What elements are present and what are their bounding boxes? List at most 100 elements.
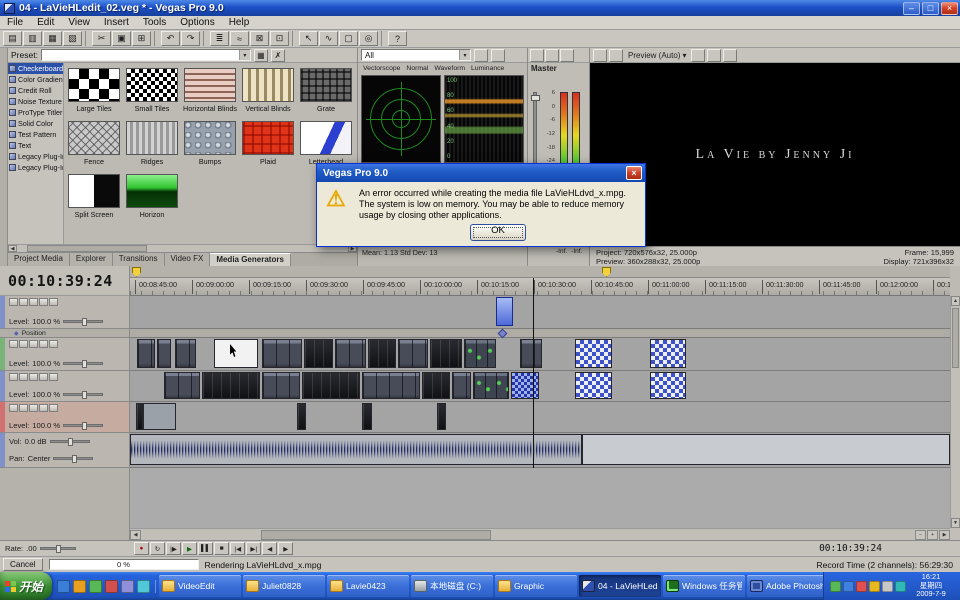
time-display[interactable]: 00:10:39:24	[0, 266, 129, 296]
audio-event[interactable]	[130, 434, 582, 465]
track-motion-button[interactable]	[19, 404, 28, 412]
stop-button[interactable]: ■	[214, 542, 229, 555]
whats-this-button[interactable]: ?	[388, 31, 407, 46]
zoom-edit-tool-button[interactable]: ◎	[359, 31, 378, 46]
scroll-left-icon[interactable]: ◀	[8, 245, 17, 252]
preview-quality-dropdown[interactable]: Preview (Auto) ▾	[625, 51, 689, 60]
quick-launch-icon-5[interactable]	[121, 580, 134, 593]
delete-preset-button[interactable]: ✗	[271, 49, 285, 62]
track-header-3[interactable]: Level: 100.0 %	[0, 371, 129, 402]
audio-track-header[interactable]: Vol: 0.0 dB Pan: Center	[0, 433, 129, 468]
tray-icon-2[interactable]	[843, 581, 854, 592]
track-motion-button[interactable]	[19, 298, 28, 306]
generators-hscrollbar[interactable]: ◀ ▶	[8, 244, 357, 252]
preset-item[interactable]: Grate	[298, 68, 354, 113]
preset-item[interactable]: Small Tiles	[124, 68, 180, 113]
menu-item[interactable]: Tools	[136, 17, 173, 28]
taskbar-task-button[interactable]: Juliet0828	[243, 575, 325, 597]
track-fx-button[interactable]	[29, 373, 38, 381]
generator-list-item[interactable]: Legacy Plug-In	[8, 151, 63, 162]
timeline-marker[interactable]	[132, 267, 141, 277]
timeline-event[interactable]	[511, 372, 539, 399]
scope-settings-button[interactable]	[491, 49, 505, 62]
lock-envelopes-button[interactable]: ⊠	[250, 31, 269, 46]
timeline-event[interactable]	[175, 339, 196, 368]
timeline-event[interactable]	[496, 297, 513, 326]
audio-event[interactable]	[582, 434, 950, 465]
preset-item[interactable]: Horizontal Blinds	[182, 68, 238, 113]
dock-tab[interactable]: Project Media	[8, 253, 70, 266]
master-properties-button[interactable]	[560, 49, 574, 62]
track-solo-button[interactable]	[49, 340, 58, 348]
timeline-event[interactable]	[464, 339, 496, 368]
save-button[interactable]: ▦	[43, 31, 62, 46]
video-track-lane-1[interactable]	[130, 296, 950, 329]
ignore-grouping-button[interactable]: ⊡	[270, 31, 289, 46]
track-automation-button[interactable]	[9, 373, 18, 381]
generator-list-item[interactable]: Solid Color	[8, 118, 63, 129]
dim-output-button[interactable]	[545, 49, 559, 62]
menu-item[interactable]: Options	[173, 17, 221, 28]
preview-settings-button[interactable]	[723, 49, 737, 62]
track-fx-button[interactable]	[29, 340, 38, 348]
tray-icon-6[interactable]	[895, 581, 906, 592]
track-fx-button[interactable]	[29, 298, 38, 306]
open-button[interactable]: ▥	[23, 31, 42, 46]
prev-frame-button[interactable]: ◀	[262, 542, 277, 555]
taskbar-task-button[interactable]: Graphic	[495, 575, 577, 597]
track-header-1[interactable]: Level: 100.0 %	[0, 296, 129, 329]
playhead[interactable]	[533, 278, 534, 468]
track-header-2[interactable]: Level: 100.0 %	[0, 338, 129, 371]
timeline-event[interactable]	[650, 372, 686, 399]
timeline-hscrollbar[interactable]: ◀ − + ▶	[130, 528, 950, 540]
position-envelope-lane[interactable]	[130, 329, 950, 338]
scroll-left-icon[interactable]: ◀	[130, 530, 141, 540]
timeline-event[interactable]	[164, 372, 200, 399]
chevron-down-icon[interactable]: ▾	[239, 50, 250, 60]
preset-item[interactable]: Plaid	[240, 121, 296, 166]
timeline-event[interactable]	[143, 403, 176, 430]
pan-slider[interactable]	[53, 457, 93, 460]
track-mute-button[interactable]	[39, 298, 48, 306]
cut-button[interactable]: ✂	[92, 31, 111, 46]
timeline-event[interactable]	[302, 372, 360, 399]
cancel-render-button[interactable]: Cancel	[3, 558, 43, 571]
scroll-down-icon[interactable]: ▼	[951, 518, 960, 528]
generator-list-item[interactable]: Legacy Plug-In	[8, 162, 63, 173]
scroll-thumb[interactable]	[261, 530, 491, 540]
external-monitor-icon[interactable]	[609, 49, 623, 62]
track-fx-button[interactable]	[29, 404, 38, 412]
track-mute-button[interactable]	[39, 340, 48, 348]
pause-button[interactable]: ▌▌	[198, 542, 213, 555]
paste-button[interactable]: ⊞	[132, 31, 151, 46]
play-from-start-button[interactable]: |▶	[166, 542, 181, 555]
project-properties-icon[interactable]	[593, 49, 607, 62]
toolbar-button[interactable]	[154, 31, 158, 46]
tray-icon-4[interactable]	[869, 581, 880, 592]
zoom-out-button[interactable]: −	[915, 530, 926, 540]
timeline-event[interactable]	[262, 339, 302, 368]
update-scopes-button[interactable]	[474, 49, 488, 62]
timeline-event[interactable]	[422, 372, 450, 399]
menu-item[interactable]: File	[0, 17, 30, 28]
minimize-button[interactable]: –	[903, 2, 920, 15]
track-solo-button[interactable]	[49, 373, 58, 381]
timeline-event[interactable]	[137, 339, 155, 368]
transport-time[interactable]: 00:10:39:24	[819, 543, 882, 554]
timeline-vscrollbar[interactable]: ▲ ▼	[950, 296, 960, 528]
menu-item[interactable]: Help	[222, 17, 257, 28]
preset-item[interactable]: Ridges	[124, 121, 180, 166]
play-button[interactable]: ▶	[182, 542, 197, 555]
generator-list-item[interactable]: ProType Titler	[8, 107, 63, 118]
snapping-button[interactable]: ≣	[210, 31, 229, 46]
generator-list-item[interactable]: Noise Texture	[8, 96, 63, 107]
scope-select-combo[interactable]: All ▾	[361, 49, 471, 61]
toolbar-button[interactable]	[381, 31, 385, 46]
auto-ripple-button[interactable]: ≈	[230, 31, 249, 46]
preset-item[interactable]: Horizon	[124, 174, 180, 219]
generator-list-item[interactable]: Color Gradient	[8, 74, 63, 85]
project-properties-button[interactable]: ▧	[63, 31, 82, 46]
timeline-event[interactable]	[362, 372, 420, 399]
timeline-event[interactable]	[368, 339, 396, 368]
tray-icon-1[interactable]	[830, 581, 841, 592]
